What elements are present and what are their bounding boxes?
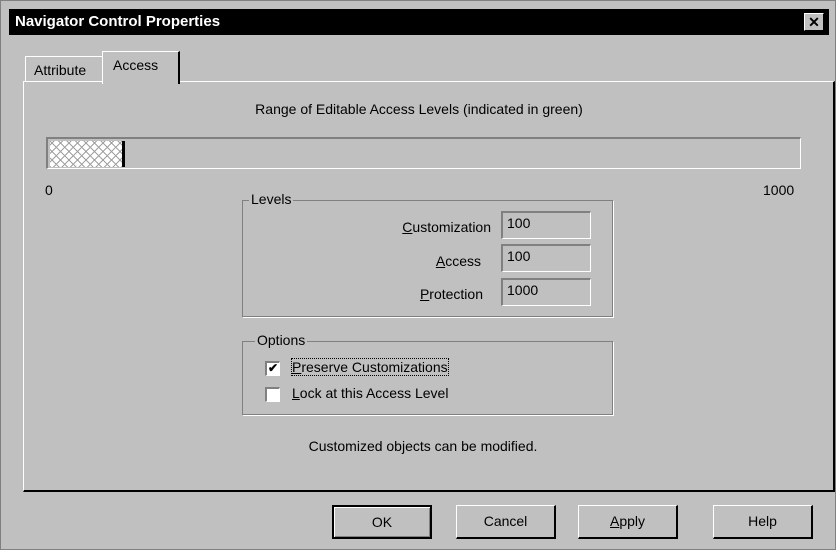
tab-access-label: Access (113, 57, 159, 73)
range-fill (50, 141, 125, 167)
lock-access-level-checkbox[interactable] (265, 387, 280, 402)
protection-label: Protection (419, 286, 483, 302)
status-message: Customized objects can be modified. (308, 438, 538, 454)
levels-group-label: Levels (249, 191, 294, 207)
range-max-label: 1000 (763, 182, 795, 198)
options-group: Options ✔ Preserve Customizations Lock a… (242, 332, 613, 415)
window-title: Navigator Control Properties (15, 13, 221, 30)
ok-button[interactable]: OK (332, 505, 432, 539)
protection-value: 1000 (507, 282, 539, 298)
customization-field[interactable]: 100 (501, 211, 591, 239)
access-label: Access (435, 253, 481, 269)
apply-button[interactable]: Apply (578, 505, 678, 539)
options-group-label: Options (255, 332, 308, 348)
range-min-label: 0 (45, 182, 53, 198)
close-icon: ✕ (808, 14, 820, 30)
customization-value: 100 (507, 215, 531, 231)
preserve-customizations-checkbox[interactable]: ✔ (265, 361, 280, 376)
tab-attribute[interactable]: Attribute (25, 56, 103, 82)
title-bar: Navigator Control Properties (9, 9, 829, 35)
tab-attribute-label: Attribute (34, 62, 87, 78)
access-value: 100 (507, 248, 531, 264)
close-button[interactable]: ✕ (804, 13, 824, 31)
levels-group: Levels Customization 100 Access 100 Prot… (242, 191, 613, 317)
cancel-button[interactable]: Cancel (456, 505, 556, 539)
lock-access-level-label[interactable]: Lock at this Access Level (292, 385, 448, 401)
access-field[interactable]: 100 (501, 244, 591, 272)
preserve-customizations-label[interactable]: Preserve Customizations (291, 358, 449, 376)
protection-field[interactable]: 1000 (501, 278, 591, 306)
customization-label: Customization (402, 219, 491, 235)
tab-access[interactable]: Access (102, 51, 180, 84)
properties-dialog: Navigator Control Properties ✕ Attribute… (0, 0, 836, 550)
help-button[interactable]: Help (713, 505, 813, 539)
range-caption: Range of Editable Access Levels (indicat… (255, 101, 583, 117)
access-range-bar[interactable] (46, 137, 801, 169)
